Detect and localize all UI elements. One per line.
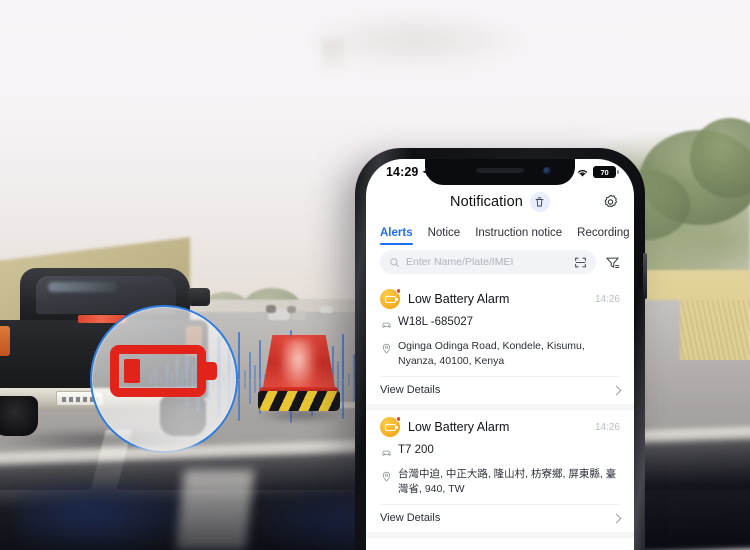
- tab-notice[interactable]: Notice: [428, 227, 461, 245]
- truck-taillight: [0, 326, 10, 356]
- header-title-group: Notification: [450, 192, 550, 212]
- gear-icon[interactable]: [601, 193, 620, 212]
- unread-dot: [395, 288, 401, 294]
- wifi-icon: [577, 169, 588, 177]
- truck-wheel: [0, 396, 38, 436]
- beacon-glow: [280, 339, 316, 391]
- car-icon: [381, 315, 392, 335]
- address-row: 台灣中迫, 中正大路, 隆山村, 枋寮鄉, 屏東縣, 臺灣省, 940, TW: [380, 465, 620, 498]
- view-details-label: View Details: [380, 384, 441, 396]
- search-input[interactable]: Enter Name/Plate/IMEI: [380, 250, 596, 274]
- alert-address: 台灣中迫, 中正大路, 隆山村, 枋寮鄉, 屏東縣, 臺灣省, 940, TW: [398, 468, 617, 495]
- tab-bar: Alerts Notice Instruction notice Recordi…: [366, 219, 634, 245]
- beacon-striped-base: [258, 391, 340, 411]
- map-pin-icon: [381, 339, 392, 359]
- view-details-button[interactable]: View Details: [380, 504, 622, 532]
- search-icon: [390, 257, 400, 267]
- search-row: Enter Name/Plate/IMEI: [366, 245, 634, 282]
- alert-card-header: Low Battery Alarm 14:26: [380, 416, 620, 441]
- alert-card-header: Low Battery Alarm 14:26: [380, 288, 620, 313]
- sky-blur-stem: [322, 40, 344, 68]
- low-battery-alert-icon: [380, 288, 401, 309]
- phone-volume-button[interactable]: [643, 253, 647, 299]
- status-time: 14:29: [386, 165, 419, 179]
- alert-title: Low Battery Alarm: [408, 420, 510, 434]
- unread-dot: [395, 416, 401, 422]
- distant-vehicle: [266, 305, 276, 313]
- battery-percent: 70: [600, 167, 609, 177]
- chevron-right-icon: [611, 385, 622, 395]
- truck-side-mirror: [188, 288, 210, 306]
- vehicle-row: T7 200: [380, 441, 620, 465]
- tab-instruction-notice[interactable]: Instruction notice: [475, 227, 562, 245]
- distant-vehicle: [320, 306, 333, 313]
- phone-screen: 14:29 70 Notification Alerts Notice Inst…: [366, 159, 634, 550]
- low-battery-alert-icon: [380, 416, 401, 437]
- vehicle-plate: T7 200: [398, 444, 434, 456]
- view-details-button[interactable]: View Details: [380, 376, 622, 404]
- address-row: Oginga Odinga Road, Kondele, Kisumu, Nya…: [380, 337, 620, 370]
- tab-alerts[interactable]: Alerts: [380, 227, 413, 245]
- vehicle-plate: W18L -685027: [398, 316, 474, 328]
- battery-icon: 70: [593, 166, 619, 178]
- page-title: Notification: [450, 194, 523, 210]
- alert-list: Low Battery Alarm 14:26 W18L -685027 Ogi…: [366, 282, 634, 538]
- window-glint: [48, 282, 118, 292]
- alert-address: Oginga Odinga Road, Kondele, Kisumu, Nya…: [398, 340, 585, 367]
- alert-title: Low Battery Alarm: [408, 292, 510, 306]
- distant-vehicle: [312, 312, 324, 320]
- alert-card[interactable]: Low Battery Alarm 14:26 T7 200 台灣中迫, 中正大…: [366, 410, 634, 532]
- chevron-right-icon: [611, 513, 622, 523]
- phone-notch: [425, 159, 575, 185]
- alert-card[interactable]: Low Battery Alarm 14:26 W18L -685027 Ogi…: [366, 282, 634, 404]
- car-icon: [381, 443, 392, 463]
- dashboard-highlight: [175, 470, 255, 550]
- view-details-label: View Details: [380, 512, 441, 524]
- trash-icon[interactable]: [529, 192, 550, 212]
- low-battery-icon: [110, 345, 218, 397]
- alert-time: 14:26: [594, 293, 620, 305]
- vehicle-row: W18L -685027: [380, 313, 620, 337]
- distant-vehicle: [287, 306, 296, 313]
- filter-icon[interactable]: [605, 255, 620, 270]
- battery-terminal: [206, 362, 217, 380]
- app-header: Notification: [366, 185, 634, 219]
- dashboard-reflection: [20, 485, 200, 550]
- emergency-beacon-light: [254, 335, 348, 423]
- screenshot-stage: 14:29 70 Notification Alerts Notice Inst…: [0, 0, 750, 550]
- list-separator: [366, 532, 634, 538]
- map-pin-icon: [381, 467, 392, 487]
- battery-level-bar: [124, 359, 140, 383]
- front-camera-icon: [543, 167, 551, 175]
- tab-recording[interactable]: Recording: [577, 227, 629, 245]
- earpiece-speaker-icon: [476, 168, 524, 173]
- scan-qr-icon[interactable]: [574, 256, 587, 269]
- search-placeholder: Enter Name/Plate/IMEI: [406, 256, 514, 268]
- phone-mockup: 14:29 70 Notification Alerts Notice Inst…: [355, 148, 647, 550]
- alert-time: 14:26: [594, 421, 620, 433]
